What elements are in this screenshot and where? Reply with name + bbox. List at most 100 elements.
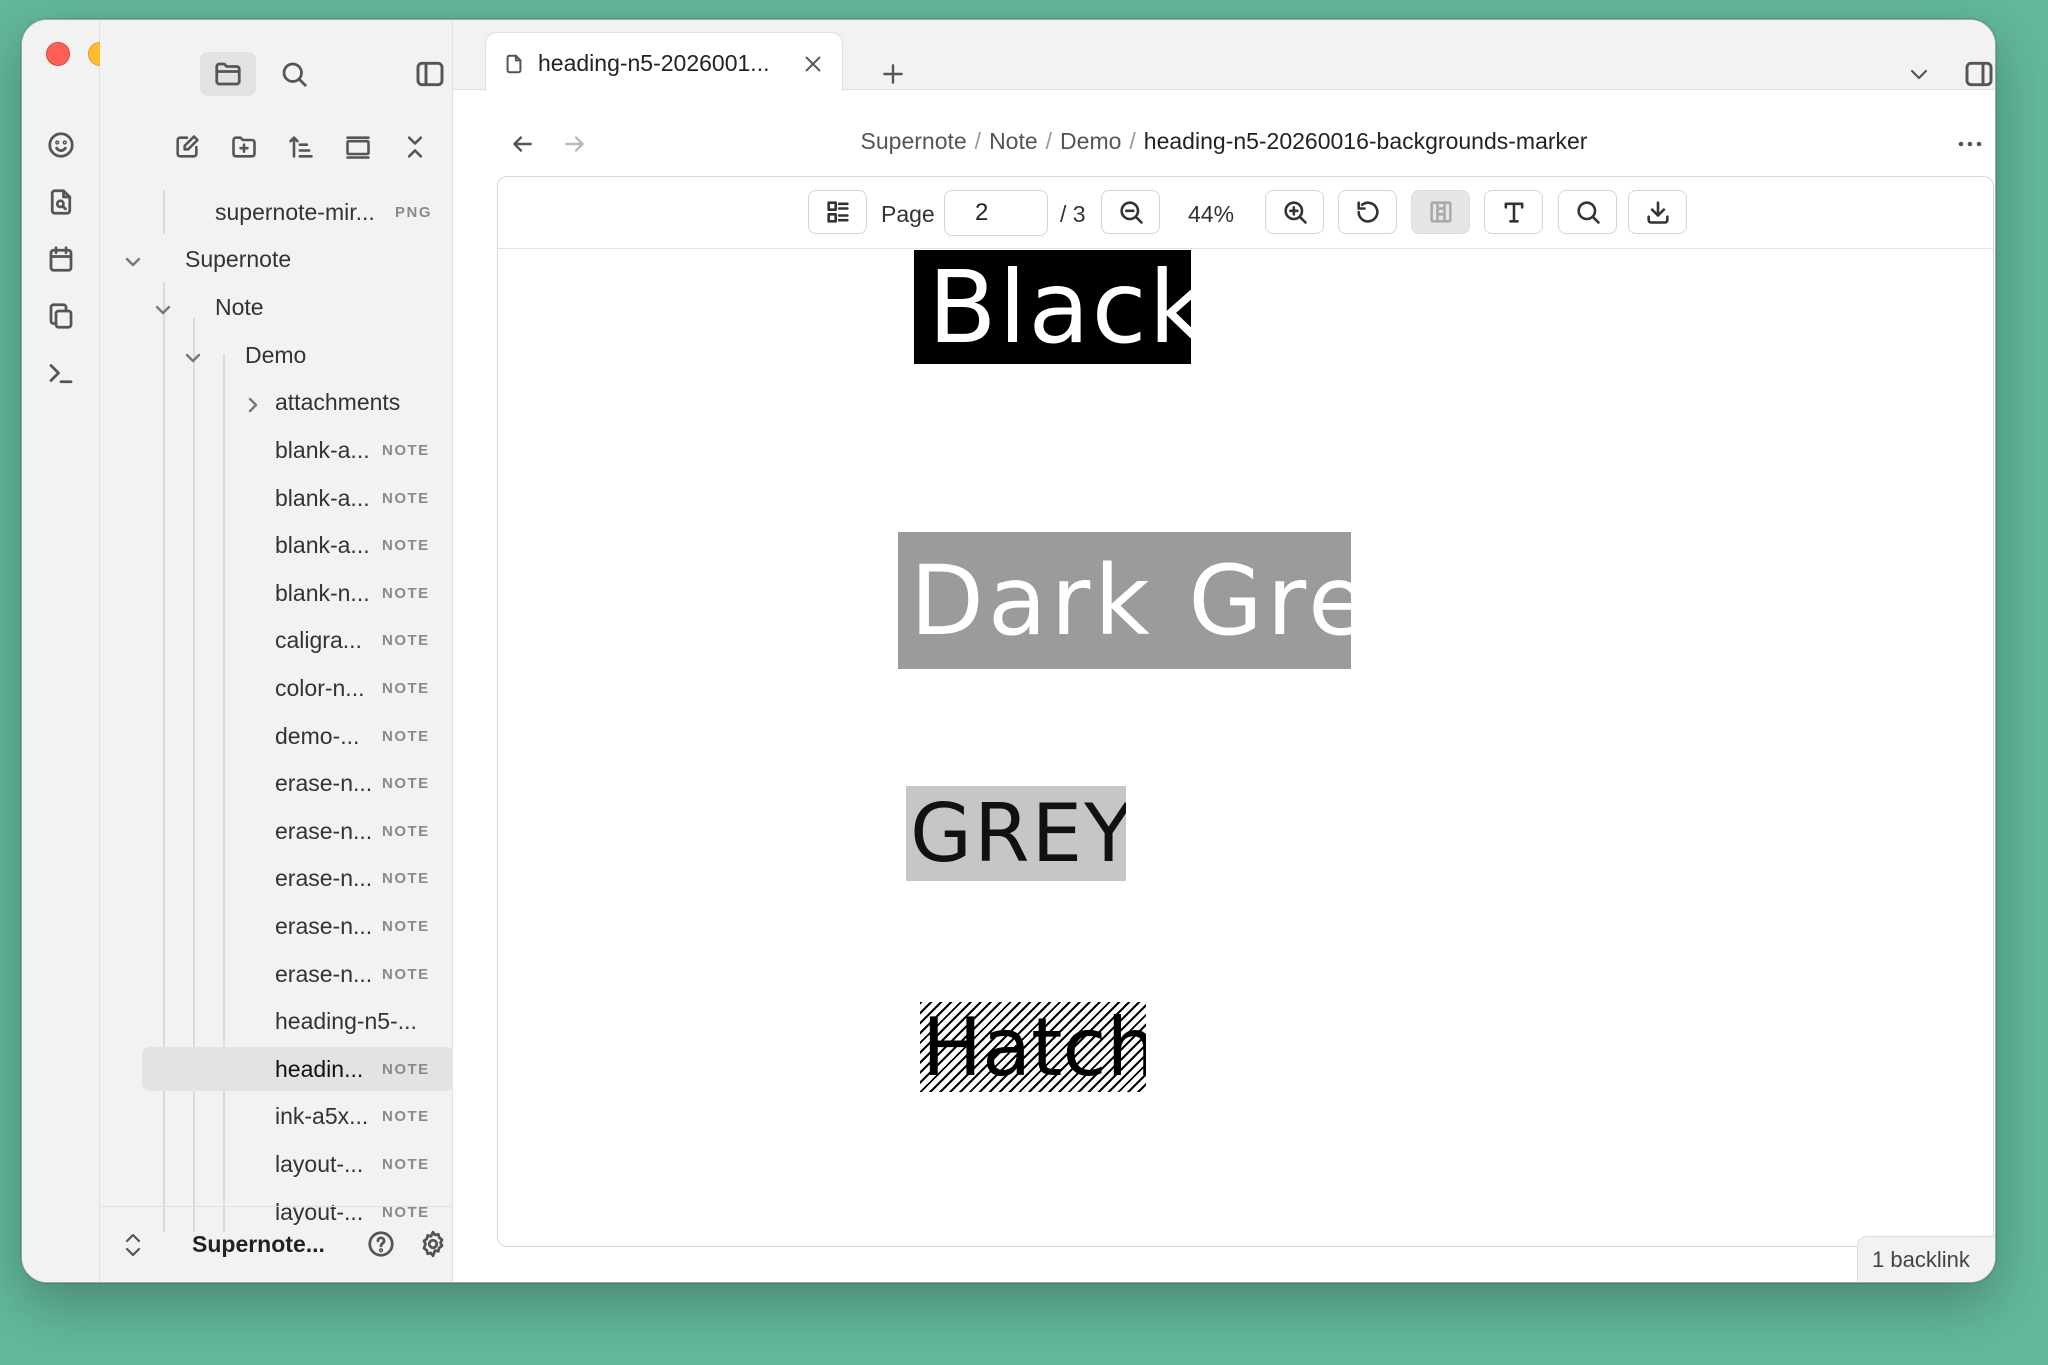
new-note-icon[interactable] — [170, 130, 204, 164]
file-type-badge: NOTE — [382, 441, 430, 459]
rotate-button[interactable] — [1338, 190, 1397, 234]
ink-dark-grey-sample: Dark Grey — [898, 532, 1351, 669]
tree-file-item[interactable]: demo-... NOTE — [100, 714, 453, 758]
collapse-view-icon[interactable] — [341, 130, 375, 164]
tree-file-item[interactable]: caligra... NOTE — [100, 618, 453, 662]
tree-file-top[interactable]: supernote-mir... PNG — [100, 190, 453, 234]
file-search-icon[interactable] — [45, 186, 77, 218]
breadcrumb: Supernote / Note / Demo / heading-n5-20260016-… — [860, 128, 1588, 154]
tree-file-label: caligra... — [275, 626, 362, 653]
text-layer-button[interactable] — [1484, 190, 1543, 234]
tree-file-item[interactable]: headin... NOTE — [100, 1047, 454, 1091]
file-explorer: supernote-mir... PNG Supernote Note Demo… — [100, 20, 454, 1282]
tree-file-item[interactable]: erase-n... NOTE — [100, 904, 453, 948]
breadcrumb-current[interactable]: heading-n5-20260016-backgrounds-marker — [1144, 128, 1588, 154]
tree-file-label: color-n... — [275, 674, 365, 701]
note-viewer: Page 2 / 3 44% Black Dark Gr GREY Hatch — [497, 176, 1994, 1247]
collapse-all-icon[interactable] — [398, 130, 432, 164]
tree-folder-demo[interactable]: Demo — [100, 333, 453, 377]
help-icon[interactable] — [364, 1227, 398, 1261]
search-in-note-button[interactable] — [1558, 190, 1617, 234]
tree-file-label: erase-n... — [275, 817, 373, 844]
zoom-in-button[interactable] — [1265, 190, 1324, 234]
vault-switcher-icon[interactable] — [122, 1231, 144, 1259]
sort-icon[interactable] — [284, 130, 318, 164]
tree-file-item[interactable]: erase-n... NOTE — [100, 856, 453, 900]
thumbnails-button[interactable] — [808, 190, 867, 234]
tree-folder-supernote[interactable]: Supernote — [100, 237, 453, 281]
page-number-input[interactable]: 2 — [944, 190, 1048, 236]
tree-file-item[interactable]: erase-n... NOTE — [100, 761, 453, 805]
tree-file-item[interactable]: erase-n... NOTE — [100, 952, 453, 996]
breadcrumb-item[interactable]: Note — [989, 128, 1038, 154]
tree-file-label: blank-a... — [275, 531, 370, 558]
vault-name[interactable]: Supernote... — [192, 1231, 325, 1258]
app-window: supernote-mir... PNG Supernote Note Demo… — [21, 19, 1996, 1283]
file-type-badge: NOTE — [382, 489, 430, 507]
vault-footer: Supernote... — [100, 1206, 453, 1282]
sidebar-toggle-icon[interactable] — [412, 56, 448, 92]
tree-file-label: demo-... — [275, 722, 360, 749]
tree-file-label: heading-n5-... — [275, 1007, 417, 1034]
tab-active[interactable]: heading-n5-2026001... — [485, 32, 843, 91]
file-icon — [502, 51, 526, 77]
tree-file-label: ink-a5x... — [275, 1102, 369, 1129]
file-type-badge: NOTE — [382, 1155, 430, 1173]
file-type-badge: NOTE — [382, 631, 430, 649]
file-type-badge: NOTE — [382, 1107, 430, 1125]
close-window-button[interactable] — [46, 42, 70, 66]
chevron-down-icon — [184, 346, 202, 364]
new-folder-icon[interactable] — [227, 130, 261, 164]
viewer-toolbar: Page 2 / 3 44% — [498, 177, 1993, 249]
calendar-icon[interactable] — [45, 243, 77, 275]
terminal-icon[interactable] — [45, 357, 77, 389]
tree-file-item[interactable]: heading-n5-... — [100, 999, 453, 1043]
zoom-level: 44% — [1188, 201, 1235, 227]
file-type-badge: NOTE — [382, 679, 430, 697]
tree-folder-note[interactable]: Note — [100, 285, 453, 329]
download-button[interactable] — [1628, 190, 1687, 234]
tree-file-label: blank-a... — [275, 436, 370, 463]
file-type-badge: NOTE — [382, 536, 430, 554]
layout-toggle-button[interactable] — [1411, 190, 1470, 234]
more-options-icon[interactable] — [1953, 128, 1987, 160]
tree-file-item[interactable]: blank-n... NOTE — [100, 571, 453, 615]
zoom-out-button[interactable] — [1101, 190, 1160, 234]
tree-file-item[interactable]: blank-a... NOTE — [100, 476, 453, 520]
search-icon[interactable] — [276, 56, 312, 92]
tab-list-chevron-icon[interactable] — [1903, 58, 1935, 90]
settings-gear-icon[interactable] — [416, 1227, 450, 1261]
tree-file-label: erase-n... — [275, 769, 373, 796]
tree-file-item[interactable]: layout-... NOTE — [100, 1142, 453, 1186]
ribbon — [22, 20, 153, 1282]
tree-file-label: blank-a... — [275, 484, 370, 511]
main-pane: heading-n5-2026001... Supernote / Note /… — [453, 20, 1995, 1282]
tree-file-item[interactable]: erase-n... NOTE — [100, 809, 453, 853]
tree-file-item[interactable]: color-n... NOTE — [100, 666, 453, 710]
page-total: / 3 — [1060, 201, 1086, 227]
folder-icon[interactable] — [200, 52, 256, 96]
tree-file-item[interactable]: blank-a... NOTE — [100, 523, 453, 567]
chevron-down-icon — [124, 250, 142, 268]
tree-file-label: layout-... — [275, 1150, 364, 1177]
file-type-badge: NOTE — [382, 774, 430, 792]
close-tab-icon[interactable] — [800, 51, 826, 77]
copy-icon[interactable] — [45, 300, 77, 332]
breadcrumb-item[interactable]: Demo — [1060, 128, 1121, 154]
tree-folder-attachments[interactable]: attachments — [100, 380, 453, 424]
file-type-badge: NOTE — [382, 1060, 430, 1078]
tree-file-item[interactable]: blank-a... NOTE — [100, 428, 453, 472]
file-type-badge: NOTE — [382, 917, 430, 935]
new-tab-icon[interactable] — [877, 58, 909, 90]
backlink-count[interactable]: 1 backlink — [1857, 1236, 1995, 1282]
file-type-badge: NOTE — [382, 965, 430, 983]
face-icon[interactable] — [45, 129, 77, 161]
tree-file-label: headin... — [275, 1055, 364, 1082]
tree-file-label: erase-n... — [275, 912, 373, 939]
right-sidebar-toggle-icon[interactable] — [1961, 56, 1995, 92]
tab-title: heading-n5-2026001... — [538, 50, 770, 76]
tree-file-item[interactable]: ink-a5x... NOTE — [100, 1094, 453, 1138]
breadcrumb-item[interactable]: Supernote — [861, 128, 967, 154]
file-type-badge: NOTE — [382, 822, 430, 840]
file-type-badge: NOTE — [382, 727, 430, 745]
